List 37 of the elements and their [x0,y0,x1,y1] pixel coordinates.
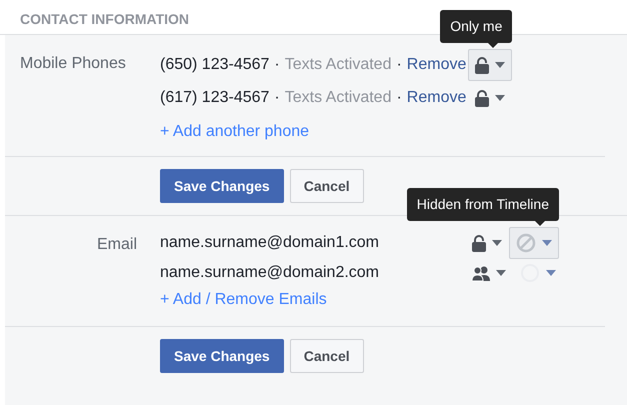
tooltip-arrow [488,43,498,48]
save-button[interactable]: Save Changes [160,339,284,373]
caret-icon [495,95,506,101]
remove-link[interactable]: Remove [406,53,466,77]
phone-status: Texts Activated [284,55,392,75]
field-label: Mobile Phones [20,55,126,72]
ban-icon [516,233,536,253]
tooltip: Only me [440,10,512,43]
add-phone-link[interactable]: + Add another phone [160,120,512,144]
lock-icon [475,56,490,74]
separator: · [395,88,403,108]
remove-link[interactable]: Remove [406,86,466,110]
field-label: Email [96,236,137,253]
cancel-button[interactable]: Cancel [290,169,364,203]
separator: · [273,55,281,75]
lock-icon [472,234,486,252]
people-icon [472,266,490,280]
caret-icon [495,62,506,68]
caret-icon [496,270,506,276]
phone-number: (650) 123-4567 [160,55,270,75]
phone-status: Texts Activated [284,88,392,108]
section-title: CONTACT INFORMATION [20,11,190,27]
add-email-link[interactable]: + Add / Remove Emails [160,288,563,312]
phone-number: (617) 123-4567 [160,88,270,108]
caret-icon [542,240,552,246]
caret-icon [546,270,556,276]
cancel-button[interactable]: Cancel [290,339,364,373]
save-button[interactable]: Save Changes [160,169,284,203]
tooltip: Hidden from Timeline [406,188,559,221]
separator: · [273,88,281,108]
tooltip-arrow [535,221,545,226]
lock-icon [475,90,490,106]
email-address: name.surname@domain1.com [160,233,380,253]
privacy-selector[interactable] [468,49,512,81]
separator: · [395,55,403,75]
caret-icon [492,240,502,246]
email-address: name.surname@domain2.com [160,263,380,283]
